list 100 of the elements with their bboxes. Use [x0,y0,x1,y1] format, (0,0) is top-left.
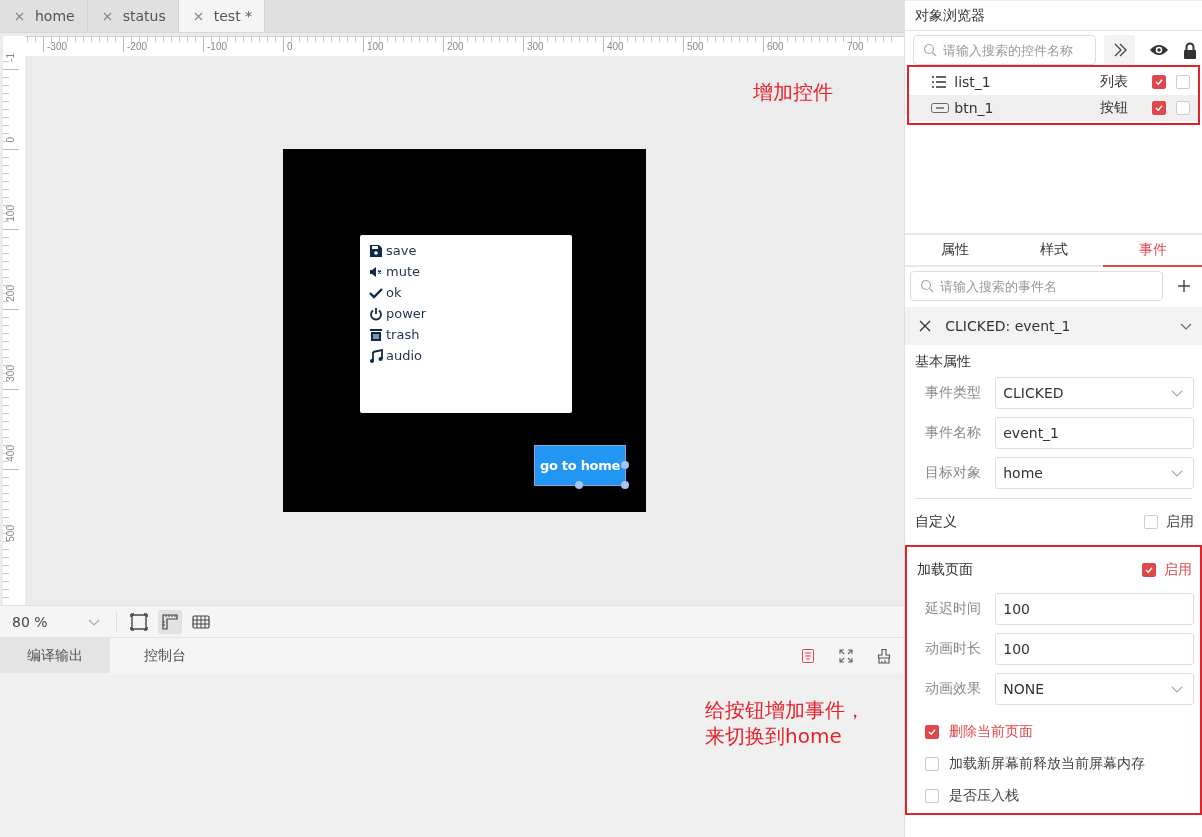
resize-handle[interactable] [575,481,583,489]
list-item: save [386,243,417,258]
ruler-label: -200 [127,41,147,52]
editor-tab[interactable]: home [0,0,88,32]
panel-tab[interactable]: 样式 [1004,235,1104,267]
ruler-label: 100 [5,205,16,222]
check-icon [1154,77,1164,87]
ruler-label: 200 [5,285,16,302]
ruler-icon [161,612,179,631]
list-item: ok [386,285,402,300]
fullscreen-icon[interactable] [838,647,855,664]
toolbar-button[interactable] [158,609,182,634]
object-row[interactable]: btn_1 按钮 [909,95,1198,121]
checkbox[interactable] [1176,75,1190,89]
ruler-label: 300 [527,41,544,52]
field-label: 动画时长 [925,640,983,658]
dropdown[interactable]: CLICKED [995,377,1194,409]
checkbox[interactable] [1144,515,1158,529]
panel-tab[interactable]: 事件 [1103,235,1202,267]
search-input[interactable]: 请输入搜索的事件名 [940,278,1163,294]
object-row[interactable]: list_1 列表 [909,69,1198,95]
grid-icon [192,612,210,631]
zoom-dropdown[interactable]: 80 % [0,613,108,630]
input-field[interactable]: event_1 [995,417,1194,449]
ruler-label: 700 [847,41,864,52]
editor-tab[interactable]: test * [178,0,266,32]
checkbox[interactable] [1152,75,1166,89]
editor-tab[interactable]: status [87,0,179,32]
ruler-label: 600 [767,41,784,52]
chevron-down-icon [1171,388,1183,398]
list-item: trash [386,327,420,342]
expand-button[interactable] [1104,35,1136,65]
panel-tab[interactable]: 属性 [905,235,1005,267]
ruler-label: 500 [5,525,16,542]
close-icon[interactable] [919,320,932,332]
section-title: 基本属性 [914,352,973,371]
object-name: list_1 [954,74,992,90]
resize-handle[interactable] [621,481,629,489]
plus-icon[interactable] [1177,279,1192,293]
input-field[interactable]: 100 [995,633,1194,665]
speaker-mute-icon [369,264,383,279]
checkbox[interactable] [925,725,940,739]
panel-tab[interactable]: 编译输出 [0,638,110,673]
field-label: 事件名称 [925,424,983,442]
checkbox[interactable] [1152,101,1166,115]
checkbox[interactable] [1142,563,1156,577]
event-header[interactable]: CLICKED: event_1 [905,307,1202,345]
field-label: 事件类型 [925,384,983,402]
field-label: 目标对象 [925,464,983,482]
lock-icon [1183,41,1198,59]
dropdown[interactable]: home [995,457,1194,489]
ruler-label: 500 [687,41,704,52]
object-name: btn_1 [954,100,995,116]
checkbox-label: 加载新屏幕前释放当前屏幕内存 [949,755,1146,773]
ruler-label: 200 [447,41,464,52]
panel-tab[interactable]: 控制台 [110,638,220,673]
ruler-label: -1 [5,53,16,62]
search-input[interactable]: 请输入搜索的控件名称 [943,42,1096,58]
ruler-label: -300 [47,41,67,52]
ruler-label: 400 [5,445,16,462]
search-icon [923,43,938,57]
check-icon [369,285,383,300]
section-title: 自定义 [915,513,958,531]
checkbox-label: 是否压入栈 [949,787,1020,805]
document-icon[interactable] [800,647,817,664]
list-icon [931,75,948,89]
input-field[interactable]: 100 [995,593,1194,625]
section-title: 加载页面 [917,561,974,579]
dropdown[interactable]: NONE [995,673,1194,705]
ruler-label: 400 [607,41,624,52]
event-title: CLICKED: event_1 [945,318,1072,334]
search-field[interactable]: 请输入搜索的事件名 [910,271,1164,301]
checkbox-label: 启用 [1164,561,1192,579]
power-icon [369,306,383,321]
music-note-icon [369,348,383,363]
checkbox[interactable] [925,789,940,803]
list-item: power [386,306,427,321]
eye-icon [1149,43,1170,57]
check-icon [1154,103,1164,113]
object-type: 列表 [1100,73,1129,91]
annotation-text: 增加控件 [753,79,833,105]
brush-icon[interactable] [876,647,893,664]
frame-icon [130,612,148,631]
checkbox[interactable] [925,757,940,771]
check-icon [1144,565,1154,575]
search-icon [920,279,935,293]
annotation-text: 来切换到home [705,723,843,749]
list-item: audio [386,348,423,363]
field-label: 动画效果 [925,680,983,698]
field-label: 延迟时间 [925,600,983,618]
resize-handle[interactable] [621,461,629,469]
ruler-label: 0 [287,41,293,52]
search-field[interactable]: 请输入搜索的控件名称 [913,35,1097,65]
panel-title: 对象浏览器 [905,0,1202,31]
button-icon [931,103,950,113]
trash-icon [369,327,383,342]
checkbox[interactable] [1176,101,1190,115]
ruler-label: 0 [5,137,16,143]
ruler-label: -100 [207,41,227,52]
chevron-down-icon [1171,684,1183,694]
